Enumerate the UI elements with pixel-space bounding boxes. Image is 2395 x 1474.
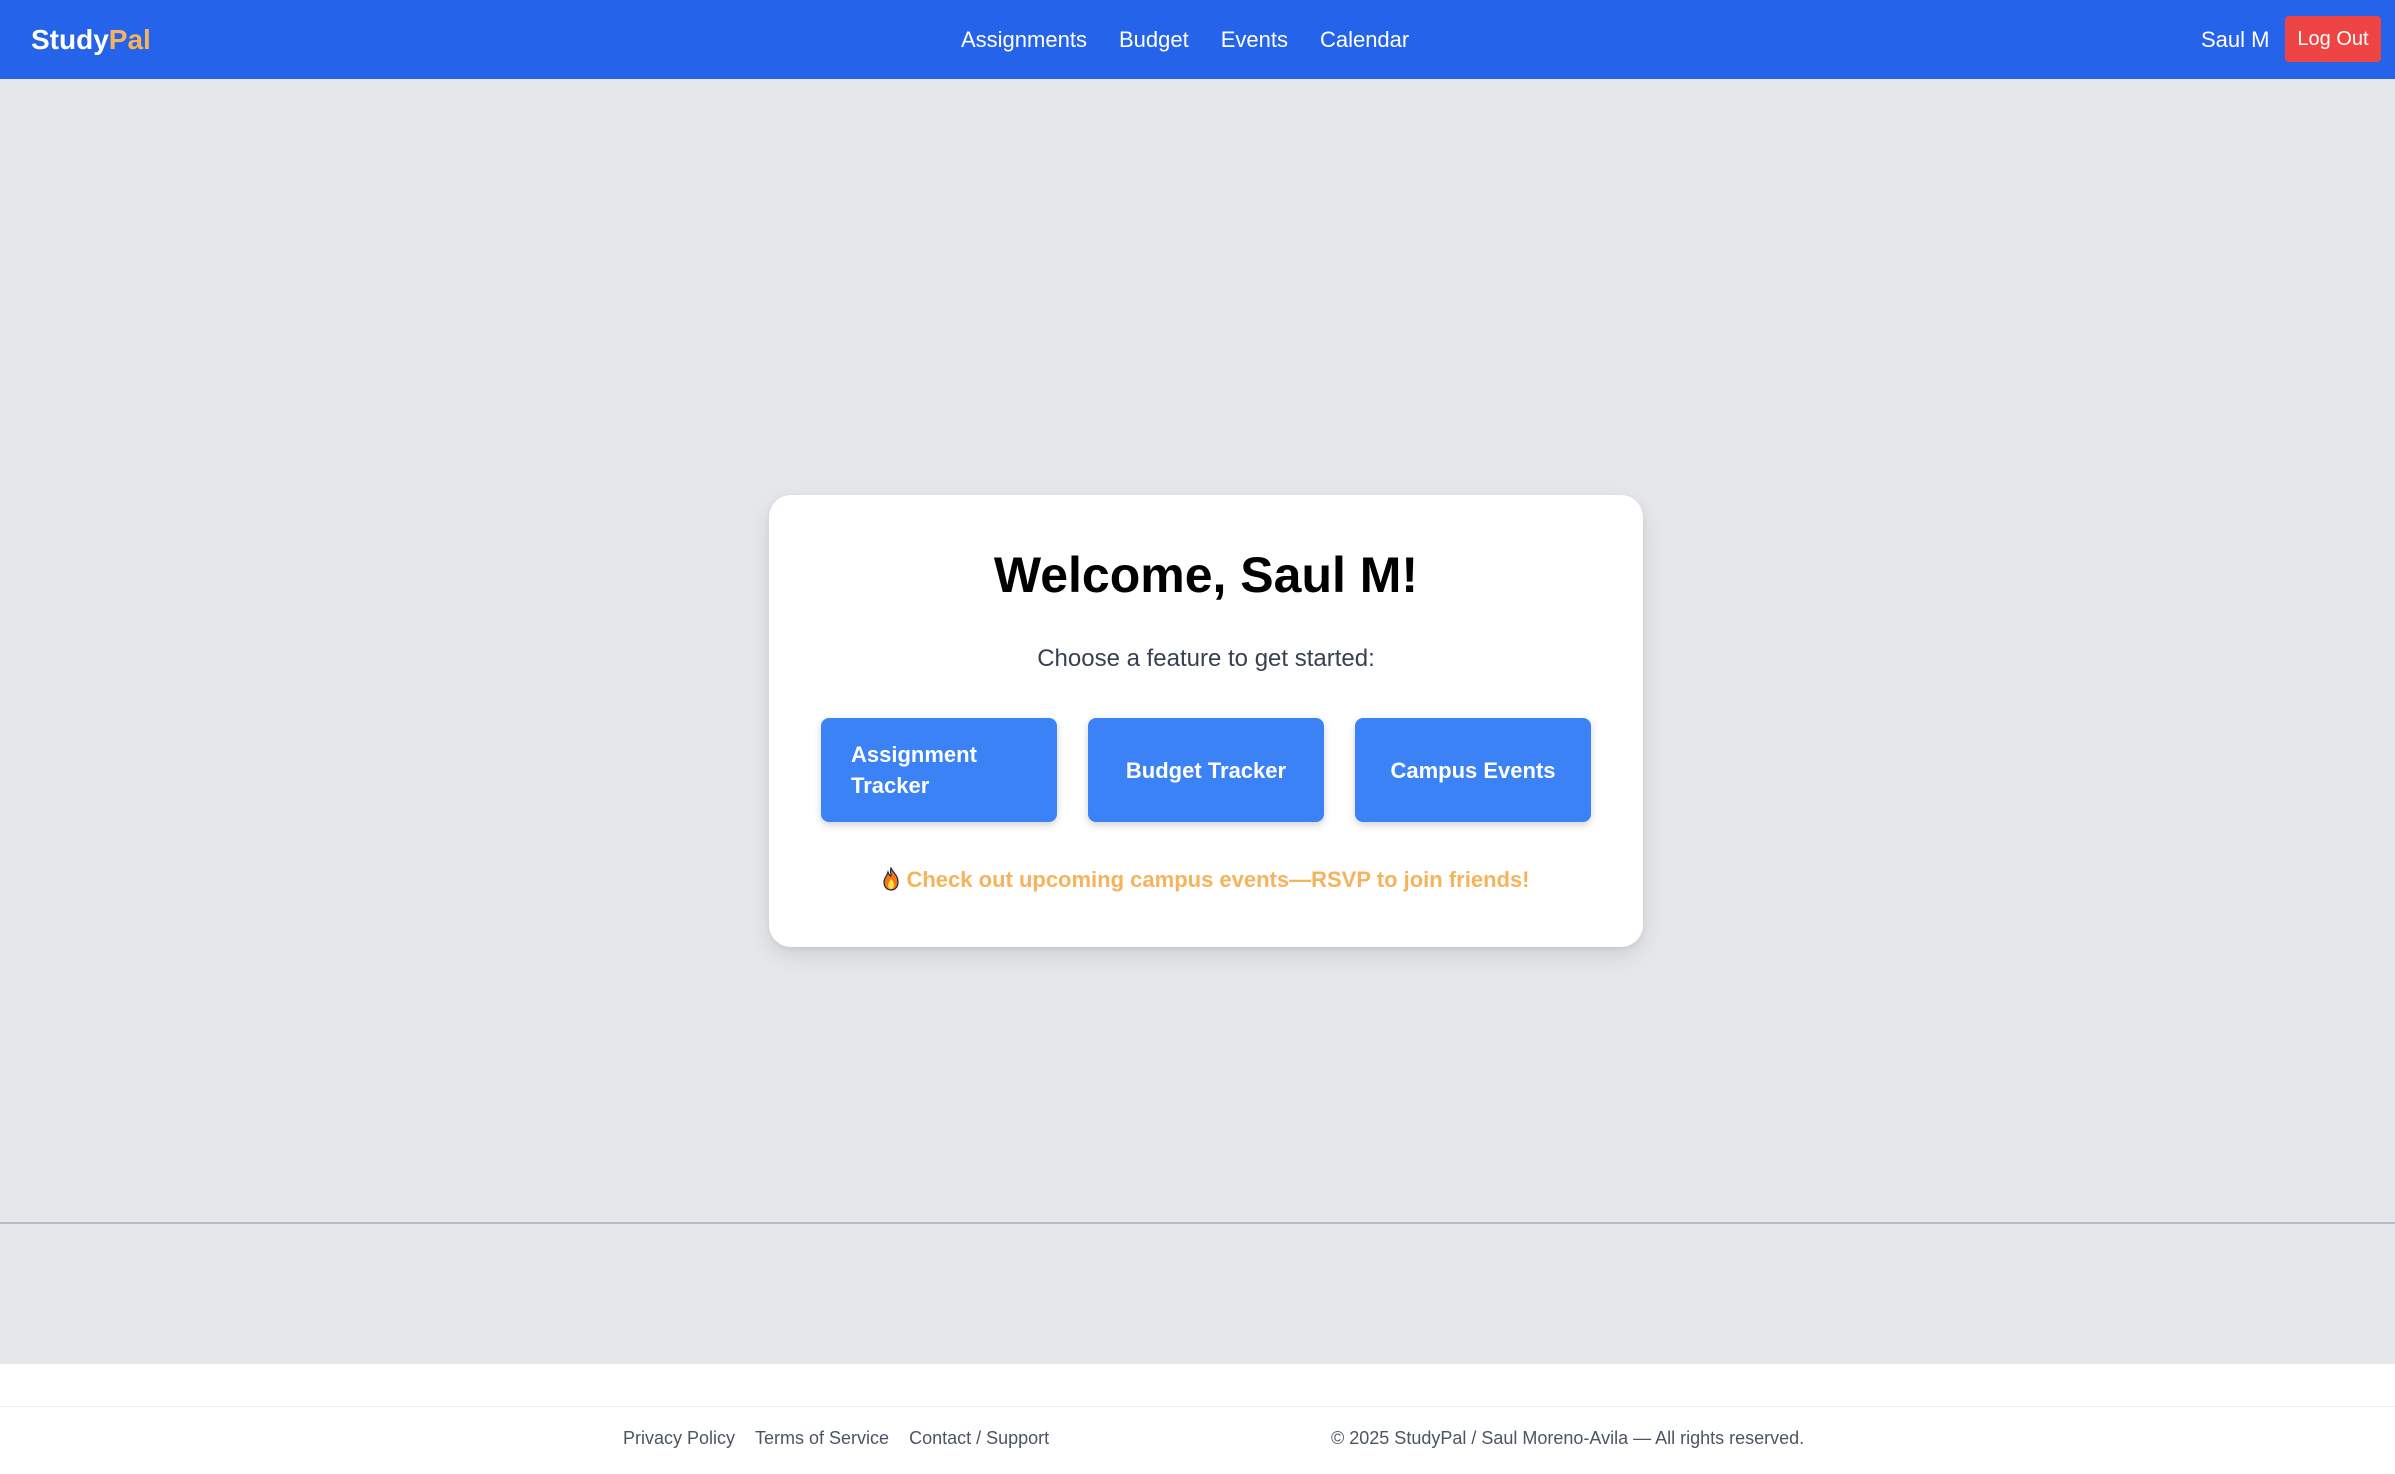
events-tip-text: Check out upcoming campus events—RSVP to… [906,867,1530,892]
main-nav: Assignments Budget Events Calendar [961,22,1409,58]
user-name: Saul M [2201,27,2270,52]
top-navbar: StudyPal Assignments Budget Events Calen… [0,0,2395,79]
logo-text-accent: Pal [108,24,151,55]
welcome-card: Welcome, Saul M! Choose a feature to get… [769,495,1643,947]
nav-calendar[interactable]: Calendar [1320,27,1409,53]
privacy-policy-link[interactable]: Privacy Policy [623,1428,735,1449]
terms-of-service-link[interactable]: Terms of Service [755,1428,889,1449]
contact-support-link[interactable]: Contact / Support [909,1428,1049,1449]
logout-button[interactable]: Log Out [2285,16,2381,62]
feature-buttons: Assignment Tracker Budget Tracker Campus… [821,718,1591,822]
budget-tracker-button[interactable]: Budget Tracker [1088,718,1324,822]
logo-text-main: Study [31,24,109,55]
footer-rule [0,1406,2395,1407]
assignment-tracker-button[interactable]: Assignment Tracker [821,718,1057,822]
nav-budget[interactable]: Budget [1119,27,1189,53]
campus-events-button[interactable]: Campus Events [1355,718,1591,822]
copyright-text: © 2025 StudyPal / Saul Moreno-Avila — Al… [1331,1428,1805,1448]
nav-assignments[interactable]: Assignments [961,27,1087,53]
content-divider [0,1222,2395,1224]
footer-links: Privacy Policy Terms of Service Contact … [623,1428,1049,1449]
studypal-logo[interactable]: StudyPal [31,22,151,58]
page-footer: Privacy Policy Terms of Service Contact … [0,1364,2395,1474]
welcome-subtitle: Choose a feature to get started: [1037,645,1375,672]
welcome-heading: Welcome, Saul M! [993,547,1419,603]
events-tip[interactable]: Check out upcoming campus events—RSVP to… [769,865,1643,895]
nav-events[interactable]: Events [1221,27,1288,53]
fire-icon [883,866,900,891]
